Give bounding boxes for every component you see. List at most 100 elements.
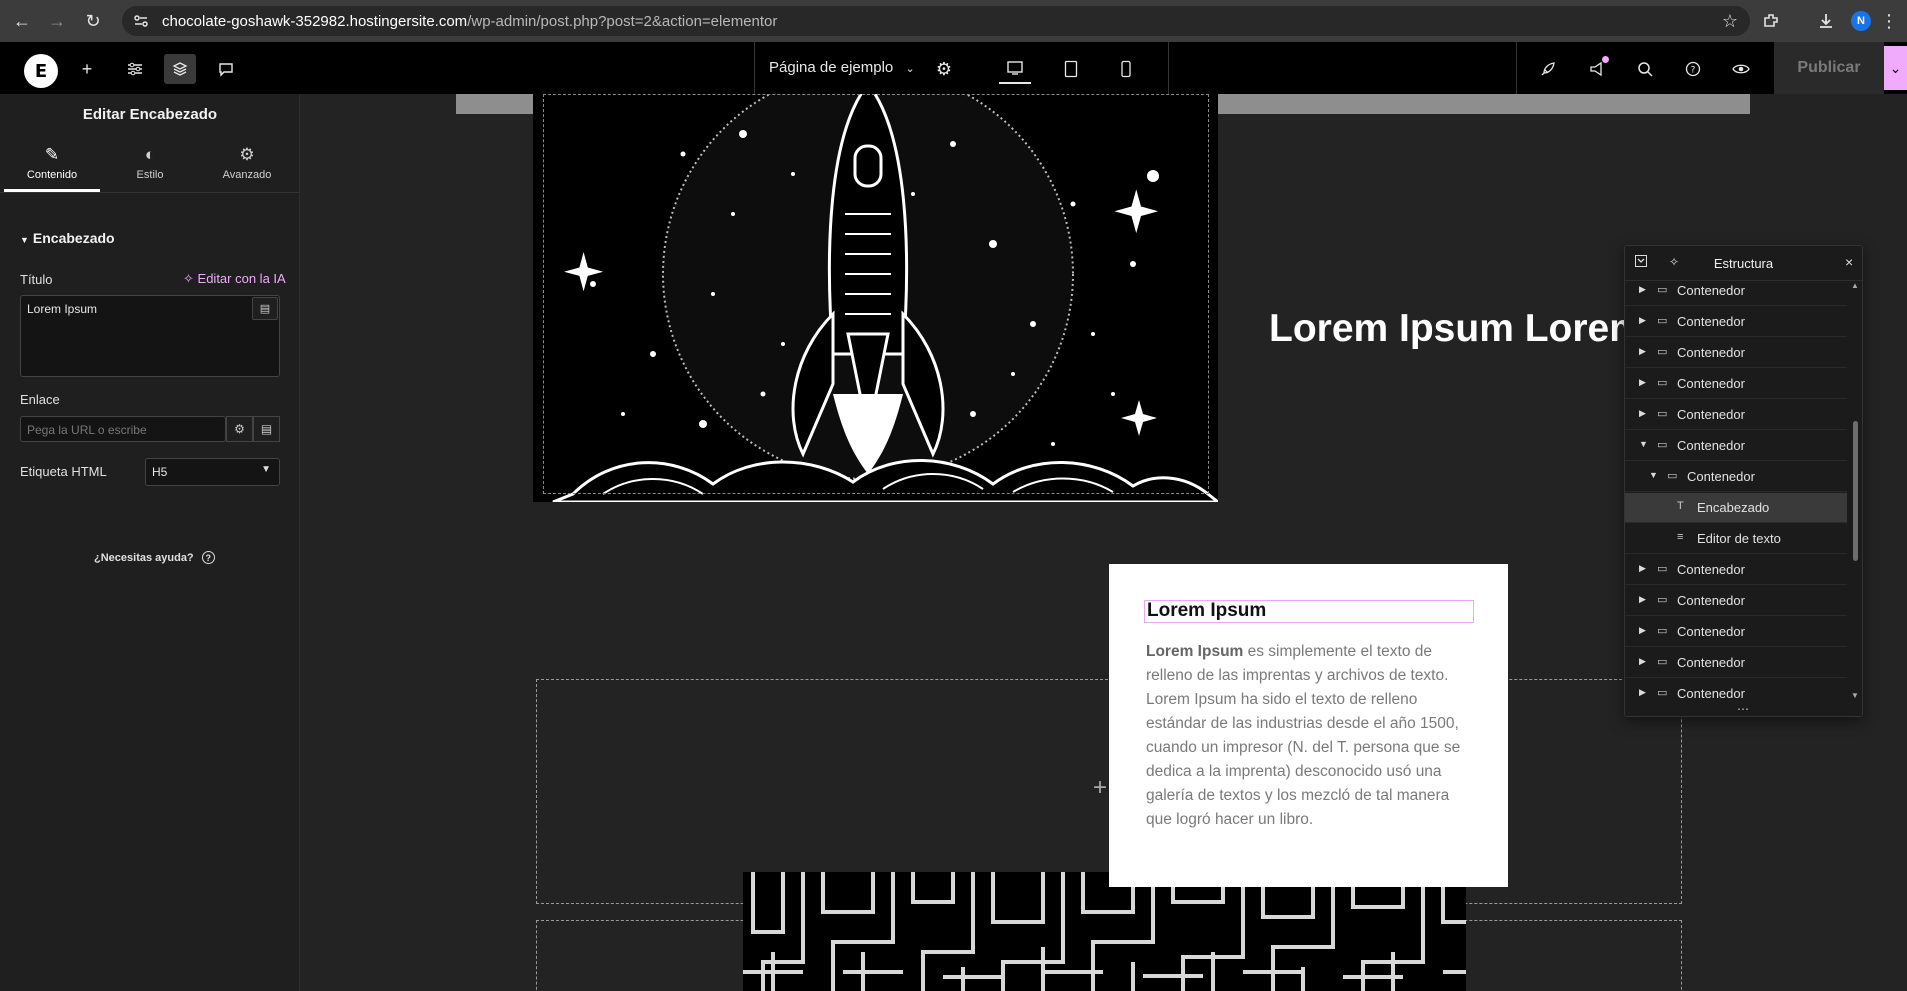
browser-menu-icon[interactable]: ⋮: [1876, 8, 1902, 34]
structure-list: ▶ ▭ Contenedor ▶ ▭ Contenedor ▶ ▭ Contenedor ▶ ▭ Co…: [1625, 281, 1847, 705]
tablet-view-icon[interactable]: [1055, 54, 1087, 84]
address-bar[interactable]: chocolate-goshawk-352982.hostingersite.c…: [122, 6, 1750, 36]
structure-item[interactable]: ▶ ▭ Contenedor: [1625, 555, 1847, 585]
structure-item-label: Contenedor: [1677, 407, 1745, 422]
card-text[interactable]: Lorem Ipsum es simplemente el texto de r…: [1146, 640, 1478, 832]
structure-item[interactable]: ≡ Editor de texto: [1625, 524, 1847, 554]
link-options-gear-icon[interactable]: ⚙: [226, 416, 253, 442]
link-input[interactable]: Pega la URL o escribe: [20, 416, 226, 442]
caret-right-icon[interactable]: ▶: [1639, 563, 1646, 574]
page-settings-gear-icon[interactable]: ⚙: [928, 54, 960, 84]
add-element-icon[interactable]: +: [71, 54, 103, 84]
mobile-view-icon[interactable]: [1110, 54, 1142, 84]
structure-item[interactable]: ▶ ▭ Contenedor: [1625, 679, 1847, 705]
structure-navigator: ✧ Estructura × ▶ ▭ Contenedor ▶ ▭ Contenedor ▶…: [1624, 245, 1863, 717]
html-tag-label: Etiqueta HTML: [20, 464, 107, 479]
dynamic-tags-icon[interactable]: ▤: [252, 297, 278, 320]
desktop-view-icon[interactable]: [999, 54, 1031, 84]
caret-right-icon[interactable]: ▶: [1639, 315, 1646, 326]
caret-right-icon[interactable]: ▶: [1639, 377, 1646, 388]
structure-item-label: Contenedor: [1677, 283, 1745, 298]
caret-down-icon: ▼: [20, 235, 29, 245]
add-section-plus-icon[interactable]: +: [1093, 774, 1107, 802]
structure-layers-icon[interactable]: [164, 54, 196, 84]
notification-dot: [1602, 56, 1609, 63]
caret-right-icon[interactable]: ▶: [1639, 625, 1646, 636]
structure-item[interactable]: ▶ ▭ Contenedor: [1625, 648, 1847, 678]
tab-content[interactable]: ✎ Contenido: [4, 138, 100, 192]
caret-right-icon[interactable]: ▶: [1639, 594, 1646, 605]
link-label: Enlace: [20, 392, 60, 407]
structure-item-label: Contenedor: [1677, 345, 1745, 360]
profile-avatar[interactable]: N: [1851, 11, 1871, 31]
site-settings-sliders-icon[interactable]: [119, 54, 151, 84]
structure-item[interactable]: ▶ ▭ Contenedor: [1625, 281, 1847, 306]
title-textarea[interactable]: Lorem Ipsum: [20, 295, 280, 377]
edit-with-ai-button[interactable]: ✧ Editar con la IA: [183, 271, 286, 287]
reload-icon[interactable]: ↻: [80, 8, 106, 34]
whats-new-icon[interactable]: [1581, 54, 1613, 84]
tab-advanced[interactable]: ⚙ Avanzado: [199, 138, 295, 192]
structure-item[interactable]: ▶ ▭ Contenedor: [1625, 369, 1847, 399]
container-icon: ▭: [1657, 687, 1668, 699]
scroll-down-icon[interactable]: ▼: [1851, 691, 1859, 700]
structure-scrollbar[interactable]: ▲ ▼: [1849, 281, 1861, 705]
comments-icon[interactable]: [210, 54, 242, 84]
scrollbar-thumb[interactable]: [1853, 421, 1858, 561]
image-widget-outline: [543, 94, 1209, 494]
structure-item[interactable]: ▼ ▭ Contenedor: [1625, 431, 1847, 461]
download-icon[interactable]: [1813, 8, 1839, 34]
help-link[interactable]: ¿Necesitas ayuda? ?: [94, 551, 215, 564]
caret-down-icon[interactable]: ▼: [1649, 470, 1658, 480]
maze-pattern-image[interactable]: [743, 872, 1466, 991]
publish-button[interactable]: Publicar: [1774, 42, 1884, 94]
container-icon: ▭: [1657, 315, 1668, 327]
caret-right-icon[interactable]: ▶: [1639, 284, 1646, 295]
tab-style[interactable]: ◐ Estilo: [102, 138, 198, 192]
structure-item[interactable]: ▶ ▭ Contenedor: [1625, 338, 1847, 368]
heading-icon: T: [1677, 500, 1684, 512]
back-icon[interactable]: ←: [9, 8, 35, 34]
structure-item-label: Contenedor: [1677, 686, 1745, 701]
caret-right-icon[interactable]: ▶: [1639, 687, 1646, 698]
caret-right-icon[interactable]: ▶: [1639, 346, 1646, 357]
caret-right-icon[interactable]: ▶: [1639, 408, 1646, 419]
structure-item-label: Contenedor: [1677, 562, 1745, 577]
preview-eye-icon[interactable]: [1725, 54, 1757, 84]
tabs-divider: [0, 192, 300, 193]
resize-handle-dots-icon[interactable]: ⋯: [1737, 702, 1749, 716]
extensions-icon[interactable]: [1758, 8, 1784, 34]
card-heading[interactable]: Lorem Ipsum: [1144, 600, 1474, 623]
scroll-up-icon[interactable]: ▲: [1851, 281, 1859, 290]
structure-item[interactable]: ▶ ▭ Contenedor: [1625, 400, 1847, 430]
rocket-icon[interactable]: [1532, 54, 1564, 84]
page-name[interactable]: Página de ejemplo ⌄: [769, 59, 915, 76]
text-editor-icon: ≡: [1677, 531, 1684, 543]
content-card[interactable]: Lorem Ipsum Lorem Ipsum es simplemente e…: [1109, 564, 1508, 887]
site-settings-icon[interactable]: [133, 13, 149, 29]
hero-heading[interactable]: Lorem Ipsum Lorem Ipsum Lorem Ipsum: [1269, 308, 1639, 349]
structure-item[interactable]: ▶ ▭ Contenedor: [1625, 586, 1847, 616]
close-icon[interactable]: ×: [1845, 254, 1853, 270]
structure-item-label: Contenedor: [1677, 655, 1745, 670]
publish-options-chevron-icon[interactable]: ⌄: [1884, 46, 1907, 90]
structure-item[interactable]: ▶ ▭ Contenedor: [1625, 617, 1847, 647]
gear-icon: ⚙: [239, 145, 255, 164]
elementor-logo-icon[interactable]: E: [24, 54, 58, 88]
link-dynamic-tags-icon[interactable]: ▤: [253, 416, 280, 442]
html-tag-select[interactable]: H5 ▼: [145, 458, 280, 486]
section-toggle-heading[interactable]: ▼ Encabezado: [20, 230, 115, 246]
help-circle-icon[interactable]: ?: [1677, 54, 1709, 84]
structure-title: Estructura: [1713, 256, 1774, 271]
caret-right-icon[interactable]: ▶: [1639, 656, 1646, 667]
bookmark-star-icon[interactable]: ☆: [1722, 11, 1738, 32]
structure-item-label: Contenedor: [1677, 438, 1745, 453]
structure-item[interactable]: ▶ ▭ Contenedor: [1625, 307, 1847, 337]
caret-down-icon[interactable]: ▼: [1639, 439, 1648, 449]
structure-item[interactable]: ▼ ▭ Contenedor: [1625, 462, 1847, 492]
search-icon[interactable]: [1629, 54, 1661, 84]
maze-pattern: [743, 872, 1466, 991]
topbar-divider: [1516, 42, 1517, 94]
structure-item[interactable]: T Encabezado: [1625, 493, 1847, 523]
forward-icon[interactable]: →: [44, 8, 70, 34]
